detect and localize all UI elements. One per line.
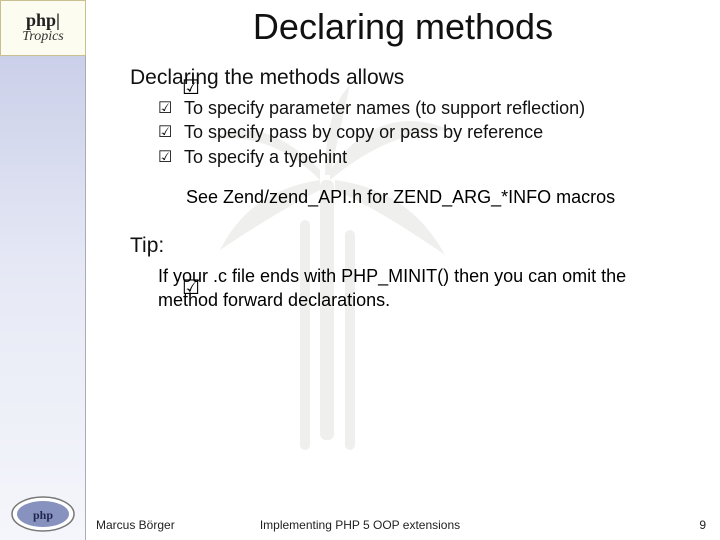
- checkbox-icon: ☑: [158, 122, 172, 144]
- slide-title: Declaring methods: [86, 6, 720, 48]
- list-item: ☑ To specify pass by copy or pass by ref…: [158, 120, 720, 144]
- list-item: ☑ To specify a typehint: [158, 145, 720, 169]
- sidebar: php| Tropics: [0, 0, 86, 540]
- logo-php-text: php|: [26, 11, 60, 31]
- checkbox-icon: ☑: [182, 78, 200, 98]
- logo-box: php| Tropics: [0, 0, 86, 56]
- list-item-text: To specify parameter names (to support r…: [184, 98, 585, 118]
- checkbox-icon: ☑: [182, 278, 200, 298]
- logo-bar: |: [56, 10, 60, 30]
- section1-see-note: See Zend/zend_API.h for ZEND_ARG_*INFO m…: [186, 187, 690, 208]
- footer-page-number: 9: [699, 518, 706, 532]
- section1-heading: Declaring the methods allows: [130, 66, 720, 90]
- section1-list: ☑ To specify parameter names (to support…: [158, 96, 720, 169]
- list-item-text: To specify a typehint: [184, 147, 347, 167]
- logo-tropics: Tropics: [22, 29, 64, 45]
- slide-content: Declaring methods ☑ Declaring the method…: [86, 0, 720, 540]
- logo-php: php: [26, 10, 56, 30]
- section2-heading: Tip:: [130, 234, 720, 258]
- footer: php Marcus Börger Implementing PHP 5 OOP…: [0, 488, 720, 540]
- footer-title: Implementing PHP 5 OOP extensions: [0, 518, 720, 532]
- checkbox-icon: ☑: [158, 147, 172, 169]
- section2-body: If your .c file ends with PHP_MINIT() th…: [158, 264, 690, 313]
- list-item-text: To specify pass by copy or pass by refer…: [184, 122, 543, 142]
- checkbox-icon: ☑: [158, 98, 172, 120]
- list-item: ☑ To specify parameter names (to support…: [158, 96, 720, 120]
